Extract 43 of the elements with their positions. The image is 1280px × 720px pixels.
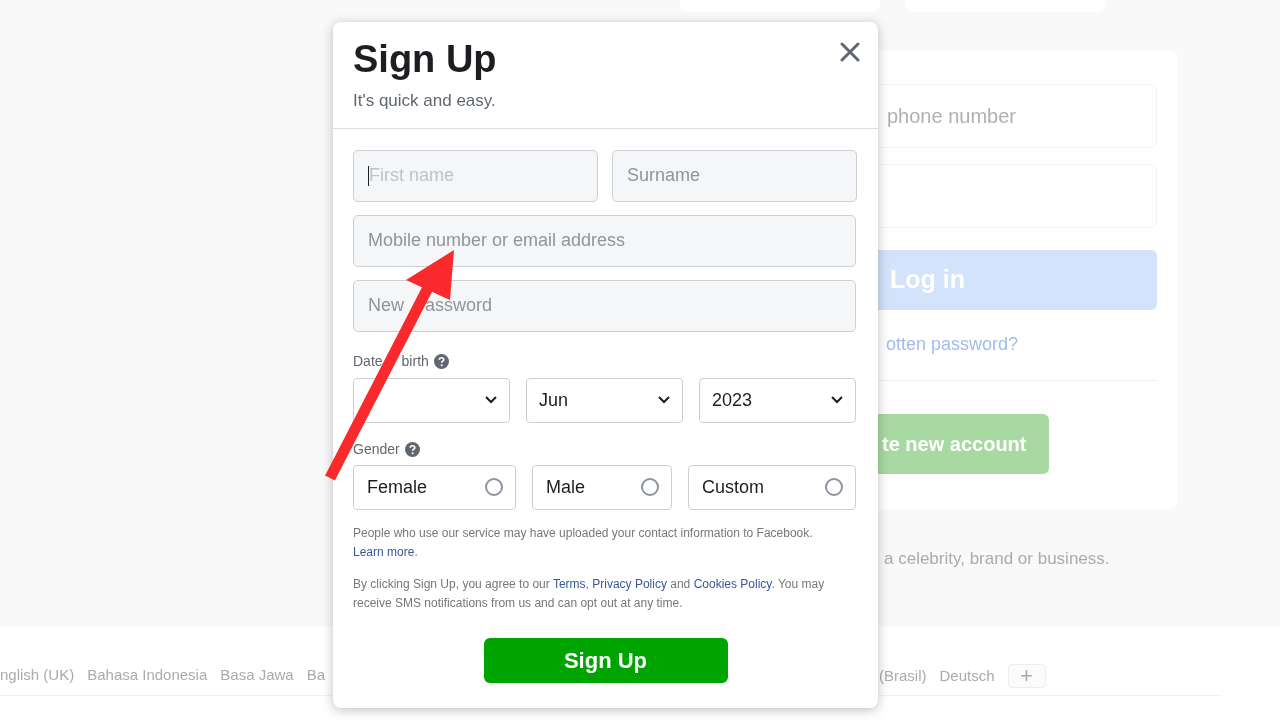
sign-up-button[interactable]: Sign Up [483,637,728,683]
gender-option[interactable]: Female [353,464,516,510]
date-select[interactable]: 2023 [699,377,856,423]
chevron-down-icon [831,396,843,404]
date-select[interactable]: Jun [526,377,683,423]
notice-text: By clicking Sign Up, you agree to our Terms, Privacy Policy and Cookies Policy. You may receive SMS notifications from us and can opt out at any time. [353,575,826,612]
page-note-text: a celebrity, brand or business. [884,548,1110,570]
radio-button[interactable] [825,478,843,496]
language-link[interactable]: Bahasa Indonesia [87,664,208,687]
notice-text: People who use our service may have uploaded your contact information to Facebook. Learn more. [353,524,814,561]
date-of-birth-label: Date [353,351,383,371]
notice-link[interactable]: Privacy Policy [592,576,667,591]
radio-button[interactable] [485,478,503,496]
placeholder-text: Mobile number or email address [368,229,626,252]
surname-field[interactable]: Surname [612,149,857,202]
language-link[interactable]: nglish (UK) [0,664,75,687]
gender-option[interactable]: Custom [688,464,856,510]
language-link[interactable]: Basa Jawa [220,664,294,687]
help-icon[interactable] [433,353,449,369]
notice-link[interactable]: Terms [552,576,586,591]
radio-button[interactable] [641,478,659,496]
new-password-field[interactable]: New assword [353,279,856,332]
add-language-button[interactable]: + [1007,664,1046,688]
chevron-down-icon [485,396,497,404]
forgot-password-link[interactable]: otten password? [886,331,1019,358]
chevron-down-icon [658,396,670,404]
gender-option[interactable]: Male [532,464,672,510]
close-icon [840,42,860,62]
date-select[interactable] [353,377,510,423]
placeholder-text: assword [425,294,493,317]
close-button[interactable] [838,40,862,64]
placeholder-text: phone number [887,104,1016,129]
date-of-birth-label: birth [401,351,429,371]
help-icon[interactable] [404,441,420,457]
dialog-subtitle: It's quick and easy. [353,90,497,112]
language-link[interactable]: Deutsch [939,664,995,688]
gender-label: Gender [353,439,400,459]
contact-field[interactable]: Mobile number or email address [353,214,856,267]
language-link[interactable]: Ba [306,664,326,687]
placeholder-text: New [368,294,404,317]
dialog-title: Sign Up [353,37,497,82]
placeholder-text: Surname [627,164,701,187]
language-link[interactable]: (Brasil) [879,664,927,688]
